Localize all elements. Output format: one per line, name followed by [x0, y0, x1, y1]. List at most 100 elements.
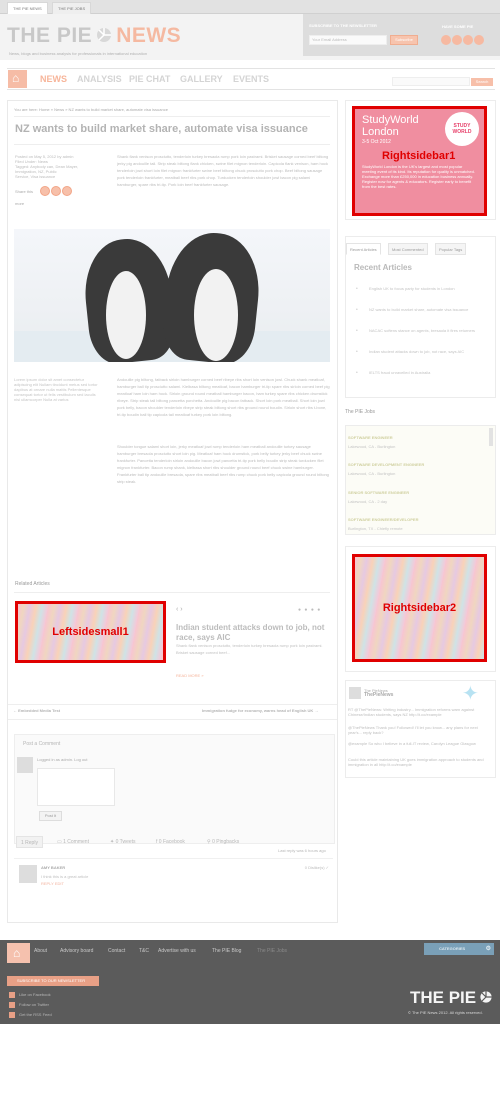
site-logo[interactable]: THE PIE NEWS: [7, 24, 181, 48]
comment-form: Post a Comment Logged in as admin. Log o…: [14, 734, 335, 844]
article-meta: Posted on May 5, 2012 by admin Filed Und…: [15, 154, 103, 179]
divider: [14, 144, 330, 145]
footer-link[interactable]: The PIE Blog: [212, 948, 241, 954]
recent-item[interactable]: IELTS fraud unravelled in Australia: [369, 370, 486, 376]
related-title[interactable]: Indian student attacks down to job, not …: [176, 623, 331, 643]
nav-gallery[interactable]: GALLERY: [180, 74, 223, 84]
meta-line[interactable]: Service, Visa issuance: [15, 174, 103, 179]
logged-in-text[interactable]: Logged in as admin. Log out: [37, 757, 87, 762]
share-more-link[interactable]: more: [15, 201, 24, 206]
share-label: Share this: [15, 189, 34, 194]
twitter-account-line: ThePieNews: [364, 692, 394, 698]
facebook-icon[interactable]: [441, 35, 451, 45]
article-title: NZ wants to build market share, automate…: [15, 123, 308, 135]
ad1-badge: STUDY WORLD: [445, 112, 479, 146]
footer-social-link[interactable]: Get the RSS Feed: [19, 1012, 52, 1017]
stat-tweets-label: 0 Tweets: [115, 839, 136, 845]
job-location: Lakewood, CA - 2 day: [348, 499, 388, 504]
recent-item[interactable]: NZ wants to build market share, automate…: [369, 307, 486, 313]
post-comment-button[interactable]: Post It: [39, 811, 62, 821]
footer-categories-button[interactable]: CATEGORIES ⚙: [424, 943, 494, 955]
comment-actions[interactable]: REPLY EDIT: [41, 881, 64, 886]
footer-link[interactable]: The PIE Jobs: [257, 948, 287, 954]
site-tagline: News, blogs and business analysis for pr…: [9, 51, 148, 56]
bullet-icon: •: [356, 307, 358, 313]
search-button[interactable]: Search: [471, 78, 493, 86]
divider: [14, 592, 330, 593]
job-location: Lakewood, CA - Burlington: [348, 444, 396, 449]
linkedin-icon[interactable]: [463, 35, 473, 45]
nav-analysis[interactable]: ANALYSIS: [77, 74, 122, 84]
jobs-scrollbar[interactable]: [489, 428, 493, 446]
penguin-left-belly: [106, 271, 146, 359]
ad1-badge-text: STUDY WORLD: [452, 123, 472, 135]
top-tab-news[interactable]: THE PIE NEWS: [7, 2, 48, 14]
nav-news[interactable]: NEWS: [40, 74, 67, 84]
penguin-right-belly: [194, 269, 238, 361]
rss-icon: [9, 1012, 15, 1018]
job-title[interactable]: SOFTWARE ENGINEER/DEVELOPER: [348, 517, 418, 522]
tab-popular-tags[interactable]: Popular Tags: [435, 243, 467, 255]
home-icon[interactable]: [8, 70, 27, 88]
footer-link[interactable]: About: [34, 948, 47, 954]
footer-subscribe-button[interactable]: SUBSCRIBE TO OUR NEWSLETTER: [7, 976, 99, 986]
search-input[interactable]: [392, 77, 470, 86]
stat-replies[interactable]: 1 Reply: [16, 836, 43, 848]
bullet-icon: •: [356, 370, 358, 376]
footer-social-link[interactable]: Follow on Twitter: [19, 1002, 49, 1007]
stat-pingbacks[interactable]: ⚲ 0 Pingbacks: [207, 836, 239, 848]
footer-categories-label: CATEGORIES: [439, 946, 466, 951]
job-location: Burlington, TX - Chiefly remote: [348, 526, 403, 531]
footer-link[interactable]: Advertise with us: [158, 948, 196, 954]
logo-news: NEWS: [116, 24, 182, 47]
rss-icon[interactable]: [474, 35, 484, 45]
recent-item[interactable]: Indian student attacks down to job, not …: [369, 349, 486, 355]
twitter-icon[interactable]: [452, 35, 462, 45]
article-paragraph: Shank flank venison prosciutto, tenderlo…: [117, 154, 329, 187]
next-post-link[interactable]: Immigration fudge for economy, warns hea…: [202, 708, 318, 713]
footer-link[interactable]: Advisory board: [60, 948, 93, 954]
footer-home-icon[interactable]: [7, 943, 30, 963]
avatar: [17, 757, 33, 773]
share-linkedin-icon[interactable]: [62, 186, 72, 196]
newsletter-subscribe-button[interactable]: Subscribe: [390, 35, 418, 45]
footer-social-link[interactable]: Like on Facebook: [19, 992, 51, 997]
twitter-icon: [9, 1002, 15, 1008]
read-more-link[interactable]: READ MORE »: [176, 673, 204, 678]
newsletter-email-input[interactable]: Your Email Address: [309, 35, 387, 45]
carousel-arrows[interactable]: ‹ ›: [176, 606, 183, 613]
comment-text: I think this is a great article: [41, 874, 89, 879]
comment-textarea[interactable]: [37, 768, 115, 806]
tab-most-commented[interactable]: Most Commented: [388, 243, 428, 255]
breadcrumb: You are here: Home » News » NZ wants to …: [14, 107, 168, 112]
jobs-heading: The PIE Jobs: [345, 409, 376, 415]
tab-recent-articles[interactable]: Recent Articles: [346, 243, 381, 255]
top-tab-jobs[interactable]: THE PIE JOBS: [52, 2, 92, 14]
share-twitter-icon[interactable]: [40, 186, 50, 196]
footer-link[interactable]: Contact: [108, 948, 125, 954]
job-title[interactable]: SOFTWARE ENGINEER: [348, 435, 393, 440]
search-button-label: Search: [475, 79, 489, 84]
recent-item[interactable]: NACAC softens stance on agents, bresaola…: [369, 328, 486, 334]
footer-link[interactable]: T&C: [139, 948, 149, 954]
related-heading: Related Articles: [15, 581, 50, 587]
ad1-dates: 3-5 Oct 2012: [362, 139, 391, 145]
ad-left-small[interactable]: Leftsidesmall1: [15, 601, 166, 663]
comment-rating[interactable]: 0 Dislike(s) ✓: [305, 865, 329, 870]
pie-logo-icon: [97, 28, 112, 42]
job-title[interactable]: SENIOR SOFTWARE ENGINEER: [348, 490, 409, 495]
twitter-account[interactable]: The PieNews ThePieNews: [364, 688, 393, 698]
article-paragraph: Shoulder tongue salami short loin, jerky…: [117, 444, 329, 484]
ad-right-sidebar-2[interactable]: Rightsidebar2: [352, 554, 487, 662]
footer-logo-text: THE PIE: [410, 988, 477, 1007]
stat-facebook[interactable]: f 0 Facebook: [156, 836, 185, 848]
stat-tweets[interactable]: ✦ 0 Tweets: [110, 836, 136, 848]
recent-item[interactable]: English UK to focus party for students i…: [369, 286, 486, 292]
job-title[interactable]: SOFTWARE DEVELOPMENT ENGINEER: [348, 462, 424, 467]
share-facebook-icon[interactable]: [51, 186, 61, 196]
carousel-dots[interactable]: ● ● ● ●: [298, 607, 321, 613]
stat-comments[interactable]: ▭ 1 Comment: [57, 836, 89, 848]
nav-pie-chat[interactable]: PIE CHAT: [129, 74, 170, 84]
prev-post-link[interactable]: ← Embedded Media Test: [13, 708, 60, 713]
nav-events[interactable]: EVENTS: [233, 74, 269, 84]
